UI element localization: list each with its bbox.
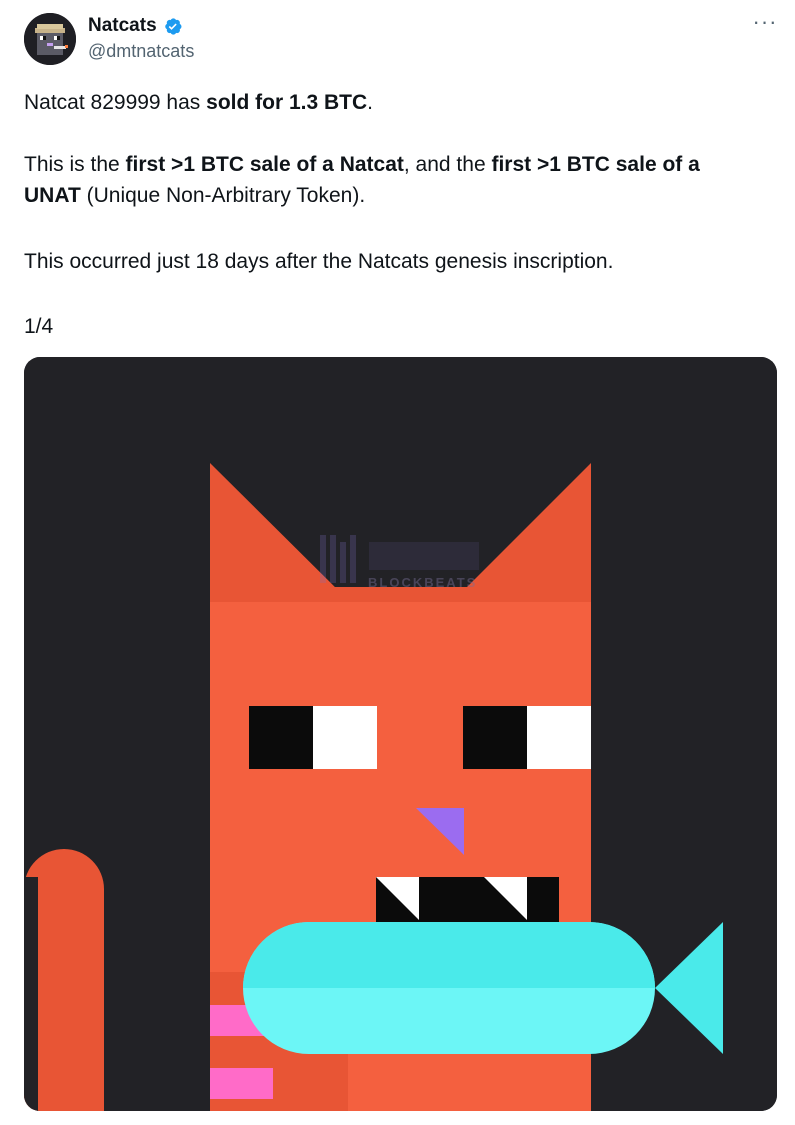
author-handle[interactable]: @dmtnatcats bbox=[88, 41, 194, 62]
tweet-paragraph-1: Natcat 829999 has sold for 1.3 BTC. bbox=[24, 87, 373, 118]
tweet-paragraph-2: This is the first >1 BTC sale of a Natca… bbox=[24, 149, 700, 211]
text-span: Natcat 829999 has bbox=[24, 91, 207, 114]
tweet-card: Natcats @dmtnatcats ··· Natcat 829999 ha… bbox=[0, 0, 795, 1125]
watermark-text: BLOCKBEATS bbox=[368, 575, 478, 590]
author-name-row[interactable]: Natcats bbox=[88, 14, 183, 38]
tweet-media-image[interactable]: BLOCKBEATS bbox=[24, 357, 777, 1111]
verified-badge-icon bbox=[164, 17, 182, 35]
bold-text-span: first >1 BTC sale of a bbox=[491, 153, 700, 176]
more-options-icon[interactable]: ··· bbox=[750, 11, 780, 38]
natcat-artwork bbox=[24, 357, 777, 1111]
bold-text-span: first >1 BTC sale of a Natcat bbox=[125, 153, 404, 176]
cat-left-eye-white bbox=[313, 706, 377, 769]
author-avatar[interactable] bbox=[24, 13, 76, 65]
bold-text-span: UNAT bbox=[24, 184, 81, 207]
cat-right-eye-pupil bbox=[463, 706, 527, 769]
cat-left-eye-pupil bbox=[249, 706, 313, 769]
text-span: (Unique Non-Arbitrary Token). bbox=[80, 184, 366, 207]
pixel-cat-avatar-icon bbox=[24, 13, 76, 65]
cat-right-eye-white bbox=[527, 706, 591, 769]
pink-stripe bbox=[210, 1068, 273, 1099]
tweet-paragraph-3: This occurred just 18 days after the Nat… bbox=[24, 250, 614, 273]
text-span: , and the bbox=[403, 153, 492, 176]
thread-counter: 1/4 bbox=[24, 315, 54, 338]
author-display-name[interactable]: Natcats bbox=[88, 14, 157, 38]
text-span: This is the bbox=[24, 153, 126, 176]
text-span: . bbox=[367, 91, 374, 114]
bold-text-span: sold for 1.3 BTC bbox=[206, 91, 368, 114]
